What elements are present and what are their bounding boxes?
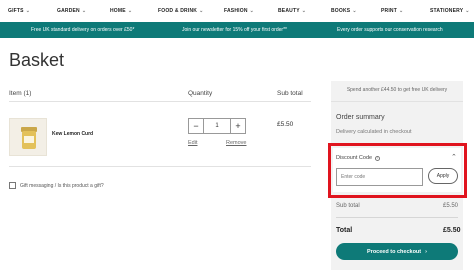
nav-item-beauty[interactable]: BEAUTY ⌄	[278, 8, 306, 14]
product-image[interactable]	[9, 118, 47, 156]
jar-icon	[21, 127, 37, 149]
subtotal-value: £5.50	[443, 203, 459, 209]
increase-quantity-button[interactable]: +	[230, 119, 245, 133]
nav-item-fashion[interactable]: FASHION ⌄	[224, 8, 254, 14]
promo-bar: Free UK standard delivery on orders over…	[0, 22, 474, 38]
divider	[9, 166, 311, 167]
subtotal-label: Sub total	[336, 203, 360, 209]
product-subtotal: £5.50	[277, 121, 294, 128]
nav-item-food-drink[interactable]: FOOD & DRINK ⌄	[158, 8, 203, 14]
nav-item-garden[interactable]: GARDEN ⌄	[57, 8, 86, 14]
decrease-quantity-button[interactable]: −	[189, 119, 204, 133]
nav-item-print[interactable]: PRINT ⌄	[381, 8, 403, 14]
column-header-subtotal: Sub total	[277, 90, 303, 97]
chevron-down-icon: ⌄	[352, 8, 357, 14]
page-title: Basket	[9, 50, 65, 70]
gift-checkbox[interactable]	[9, 182, 16, 189]
chevron-down-icon: ⌄	[81, 8, 87, 14]
promo-delivery[interactable]: Free UK standard delivery on orders over…	[31, 27, 134, 33]
remove-link[interactable]: Remove	[226, 140, 246, 146]
order-summary-title: Order summary	[336, 114, 385, 121]
quantity-stepper: − 1 +	[188, 118, 246, 134]
nav-item-home[interactable]: HOME ⌄	[110, 8, 132, 14]
divider	[9, 101, 311, 102]
divider	[331, 101, 463, 102]
main-nav: GIFTS ⌄ GARDEN ⌄ HOME ⌄ FOOD & DRINK ⌄ FASHI…	[0, 0, 474, 22]
highlight-box	[328, 143, 467, 198]
promo-newsletter[interactable]: Join our newsletter for 15% off your fir…	[182, 27, 287, 33]
column-header-quantity: Quantity	[188, 90, 213, 97]
proceed-to-checkout-button[interactable]: Proceed to checkout ›	[336, 243, 458, 260]
chevron-down-icon: ⌄	[25, 8, 31, 14]
quantity-value[interactable]: 1	[204, 119, 230, 133]
promo-conservation[interactable]: Every order supports our conservation re…	[337, 27, 443, 33]
chevron-down-icon: ⌄	[127, 8, 133, 14]
nav-item-books[interactable]: BOOKS ⌄	[331, 8, 357, 14]
column-header-item: Item (1)	[9, 90, 32, 97]
chevron-down-icon: ⌄	[249, 8, 255, 14]
gift-message-option[interactable]: Gift messaging / Is this product a gift?	[9, 182, 104, 189]
edit-link[interactable]: Edit	[188, 140, 197, 146]
delivery-note: Delivery calculated in checkout	[336, 129, 412, 135]
chevron-down-icon: ⌄	[199, 8, 204, 14]
nav-item-stationery[interactable]: STATIONERY ⌄	[430, 8, 470, 14]
chevron-down-icon: ⌄	[301, 8, 307, 14]
divider	[336, 217, 458, 218]
gift-message-label: Gift messaging / Is this product a gift?	[20, 182, 104, 189]
total-value: £5.50	[443, 227, 461, 234]
nav-item-gifts[interactable]: GIFTS ⌄	[8, 8, 30, 14]
chevron-down-icon: ⌄	[399, 8, 404, 14]
total-label: Total	[336, 227, 353, 234]
chevron-right-icon: ›	[425, 248, 427, 255]
product-name[interactable]: Kew Lemon Curd	[52, 131, 93, 137]
chevron-down-icon: ⌄	[465, 8, 470, 14]
free-delivery-note: Spend another £44.50 to get free UK deli…	[346, 87, 448, 93]
checkout-label: Proceed to checkout	[367, 248, 422, 255]
